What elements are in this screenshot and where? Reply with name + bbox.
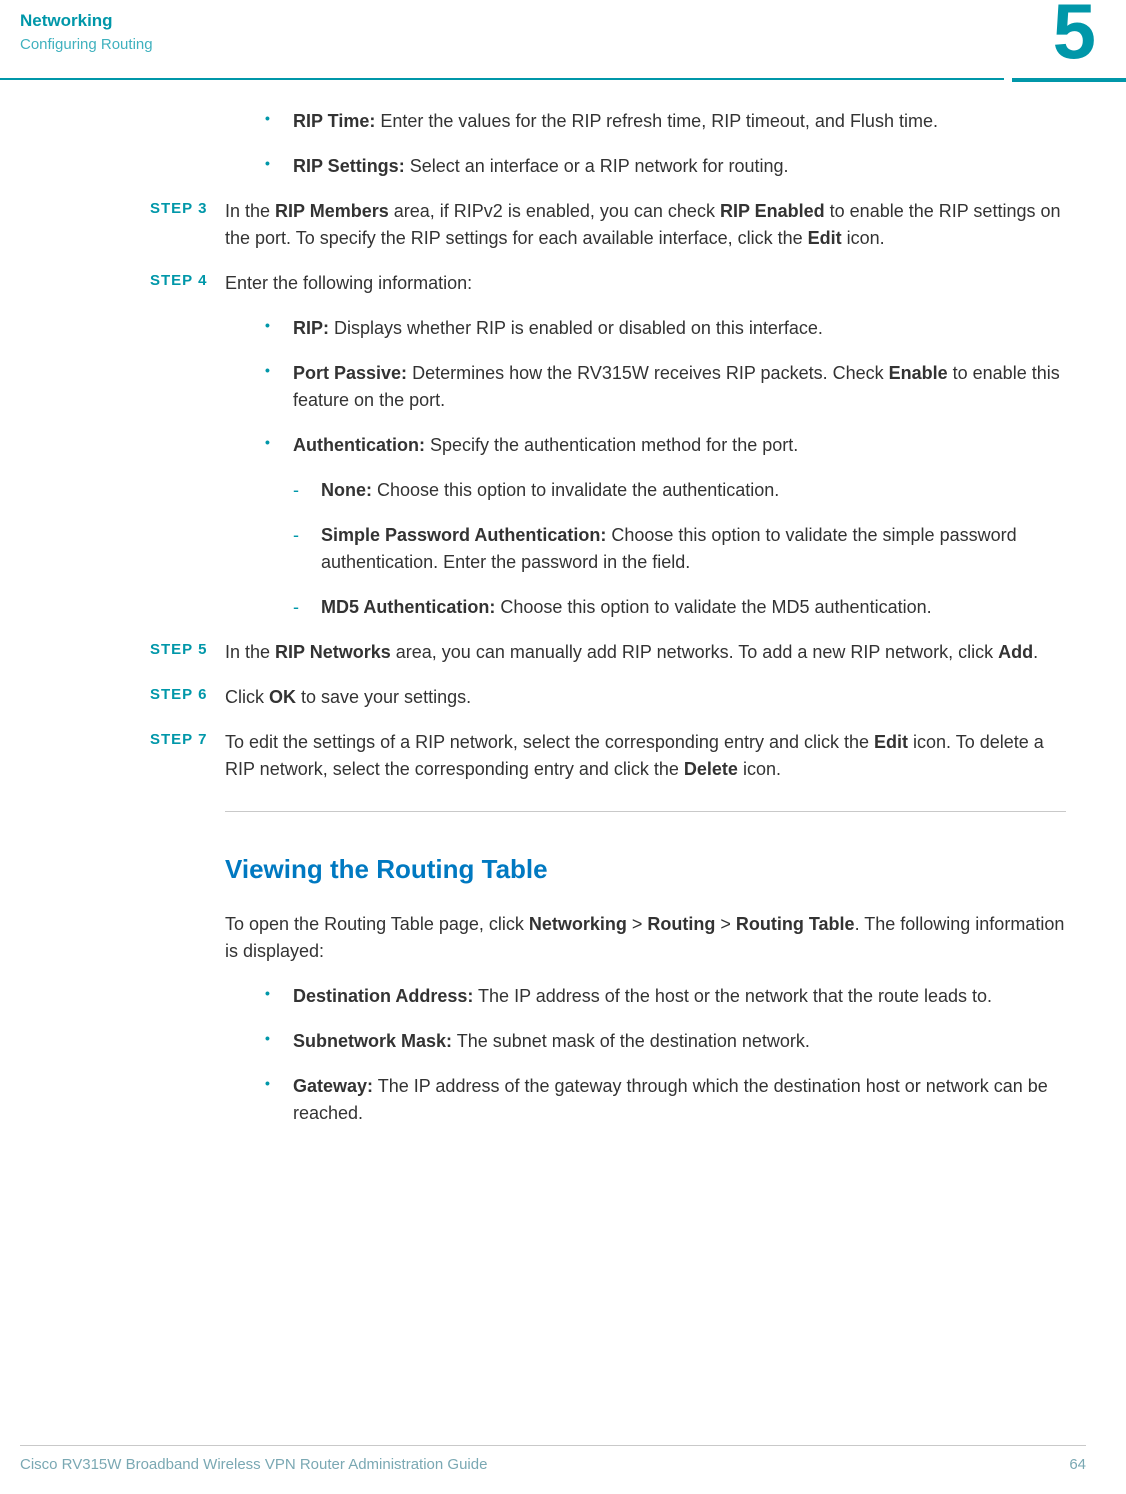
sub-list-item: None: Choose this option to invalidate t…	[293, 477, 1066, 504]
bullet-label: Authentication:	[293, 435, 425, 455]
step-label: STEP 4	[150, 270, 207, 293]
bullet-label: Gateway:	[293, 1076, 373, 1096]
list-item: Port Passive: Determines how the RV315W …	[265, 360, 1066, 414]
list-item: RIP: Displays whether RIP is enabled or …	[265, 315, 1066, 342]
sub-text: Choose this option to invalidate the aut…	[372, 480, 779, 500]
page-content: RIP Time: Enter the values for the RIP r…	[0, 78, 1126, 1127]
section-intro: To open the Routing Table page, click Ne…	[225, 911, 1066, 965]
list-item: Authentication: Specify the authenticati…	[265, 432, 1066, 459]
bullet-text: The IP address of the gateway through wh…	[293, 1076, 1048, 1123]
step-label: STEP 3	[150, 198, 207, 221]
step-text: In the RIP Networks area, you can manual…	[225, 642, 1038, 662]
step-label: STEP 5	[150, 639, 207, 662]
sub-list-item: Simple Password Authentication: Choose t…	[293, 522, 1066, 576]
bullet-label: Destination Address:	[293, 986, 473, 1006]
list-item: Gateway: The IP address of the gateway t…	[265, 1073, 1066, 1127]
step-6: STEP 6 Click OK to save your settings.	[225, 684, 1066, 711]
step-text: To edit the settings of a RIP network, s…	[225, 732, 1044, 779]
page-header: Networking Configuring Routing 5	[0, 0, 1126, 78]
bullet-text: Enter the values for the RIP refresh tim…	[375, 111, 938, 131]
step-7: STEP 7 To edit the settings of a RIP net…	[225, 729, 1066, 783]
step-text: Enter the following information:	[225, 273, 472, 293]
section-heading: Viewing the Routing Table	[225, 850, 1066, 889]
step-text: In the RIP Members area, if RIPv2 is ena…	[225, 201, 1060, 248]
bullet-label: RIP Settings:	[293, 156, 405, 176]
bullet-text: The subnet mask of the destination netwo…	[452, 1031, 810, 1051]
bullet-label: Port Passive:	[293, 363, 407, 383]
bullet-label: RIP:	[293, 318, 329, 338]
bullet-text: Displays whether RIP is enabled or disab…	[329, 318, 823, 338]
bullet-text: Specify the authentication method for th…	[425, 435, 798, 455]
header-subtitle: Configuring Routing	[20, 34, 1086, 57]
list-item: RIP Time: Enter the values for the RIP r…	[265, 108, 1066, 135]
page-number: 64	[1069, 1454, 1086, 1477]
bullet-text: Select an interface or a RIP network for…	[405, 156, 789, 176]
footer-title: Cisco RV315W Broadband Wireless VPN Rout…	[20, 1454, 487, 1477]
sub-label: None:	[321, 480, 372, 500]
bullet-label: Subnetwork Mask:	[293, 1031, 452, 1051]
bullet-text: The IP address of the host or the networ…	[473, 986, 992, 1006]
step-5: STEP 5 In the RIP Networks area, you can…	[225, 639, 1066, 666]
list-item: Subnetwork Mask: The subnet mask of the …	[265, 1028, 1066, 1055]
sub-label: Simple Password Authentication:	[321, 525, 606, 545]
chapter-number: 5	[1053, 0, 1096, 70]
sub-label: MD5 Authentication:	[321, 597, 495, 617]
header-title: Networking	[20, 8, 1086, 34]
header-divider-accent	[1012, 78, 1126, 82]
step-label: STEP 6	[150, 684, 207, 707]
bullet-label: RIP Time:	[293, 111, 375, 131]
sub-text: Choose this option to validate the MD5 a…	[495, 597, 931, 617]
step-4: STEP 4 Enter the following information:	[225, 270, 1066, 297]
step-label: STEP 7	[150, 729, 207, 752]
page-footer: Cisco RV315W Broadband Wireless VPN Rout…	[20, 1445, 1086, 1477]
list-item: Destination Address: The IP address of t…	[265, 983, 1066, 1010]
step-text: Click OK to save your settings.	[225, 687, 471, 707]
step-3: STEP 3 In the RIP Members area, if RIPv2…	[225, 198, 1066, 252]
section-divider	[225, 811, 1066, 812]
header-divider	[0, 78, 1126, 80]
list-item: RIP Settings: Select an interface or a R…	[265, 153, 1066, 180]
sub-list-item: MD5 Authentication: Choose this option t…	[293, 594, 1066, 621]
